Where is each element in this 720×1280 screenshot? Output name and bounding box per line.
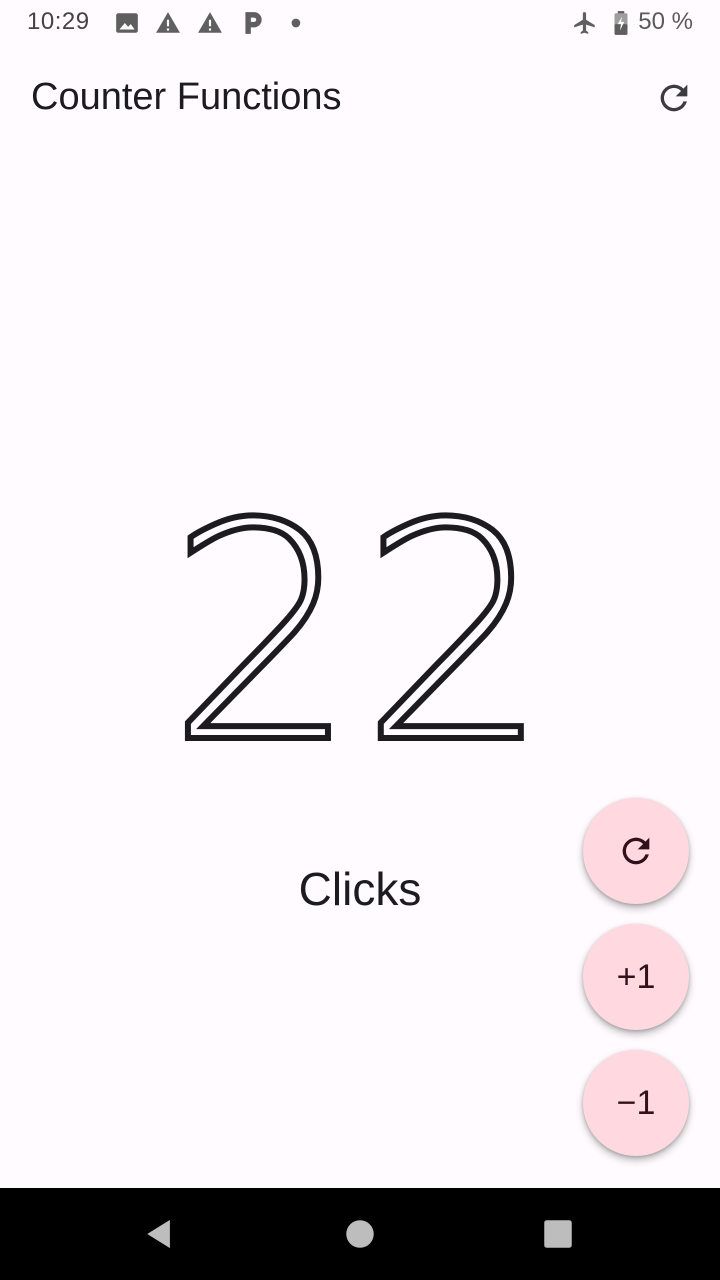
nav-recents-button[interactable] [530, 1206, 586, 1262]
warning-icon [198, 12, 222, 33]
app-bar: Counter Functions [0, 48, 720, 148]
battery-percentage: 50 % [638, 8, 693, 35]
navigation-bar [0, 1188, 720, 1280]
counter-digits: 22 [164, 457, 554, 812]
dot-icon [291, 18, 301, 28]
airplane-icon [574, 12, 595, 34]
reset-fab-button[interactable] [583, 798, 689, 904]
nav-back-button[interactable] [132, 1206, 188, 1262]
nav-home-button[interactable] [332, 1206, 388, 1262]
warning-icon [156, 12, 180, 33]
battery-icon [614, 11, 628, 35]
counter-number: 22 [167, 480, 553, 780]
decrement-label: −1 [616, 1083, 656, 1122]
status-time: 10:29 [27, 8, 90, 35]
refresh-icon [660, 84, 688, 112]
increment-label: +1 [616, 957, 656, 996]
refresh-icon [622, 837, 650, 865]
back-icon [147, 1219, 170, 1249]
increment-fab-button[interactable]: +1 [583, 924, 689, 1030]
counter-value: 22 [0, 457, 720, 827]
app-bar-refresh-button[interactable] [654, 78, 694, 118]
status-bar: 10:29 50 % [0, 0, 720, 48]
parking-icon [245, 12, 262, 34]
recents-icon [544, 1220, 572, 1248]
app-title: Counter Functions [31, 76, 342, 118]
decrement-fab-button[interactable]: −1 [583, 1050, 689, 1156]
home-icon [346, 1220, 374, 1248]
image-icon [116, 13, 138, 33]
screen: 10:29 50 % Counter Functions 22 Clicks +… [0, 0, 720, 1280]
